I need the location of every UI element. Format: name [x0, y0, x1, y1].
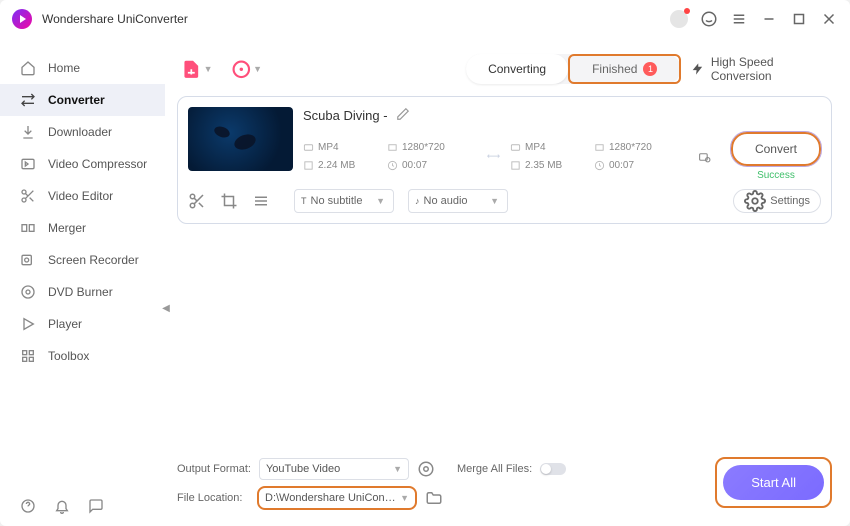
sidebar-item-label: Video Editor [48, 189, 113, 203]
add-file-button[interactable]: ▼ [177, 55, 217, 84]
open-folder-icon[interactable] [425, 489, 443, 507]
menu-icon[interactable] [730, 10, 748, 28]
bell-icon[interactable] [54, 498, 70, 514]
source-meta: MP4 1280*720 2.24 MB 00:07 [303, 140, 477, 174]
maximize-icon[interactable] [790, 10, 808, 28]
sidebar-item-editor[interactable]: Video Editor [0, 180, 165, 212]
player-icon [20, 316, 36, 332]
merge-label: Merge All Files: [457, 463, 532, 475]
account-icon[interactable] [670, 10, 688, 28]
recorder-icon [20, 252, 36, 268]
add-disc-button[interactable]: ▼ [227, 55, 267, 84]
sidebar-item-converter[interactable]: Converter [0, 84, 165, 116]
toolbox-icon [20, 348, 36, 364]
app-logo [12, 9, 32, 29]
footer: Output Format: YouTube Video▼ Merge All … [177, 450, 832, 510]
sidebar-item-dvd[interactable]: DVD Burner [0, 276, 165, 308]
merge-toggle[interactable] [540, 463, 566, 475]
compressor-icon [20, 156, 36, 172]
arrow-icon [487, 148, 500, 166]
sidebar-item-label: Converter [48, 93, 105, 107]
home-icon [20, 60, 36, 76]
sidebar-item-toolbox[interactable]: Toolbox [0, 340, 165, 372]
crop-icon[interactable] [220, 192, 238, 210]
file-location-label: File Location: [177, 492, 249, 504]
edit-icon[interactable] [396, 107, 410, 124]
dvd-icon [20, 284, 36, 300]
sidebar-item-label: Merger [48, 221, 86, 235]
video-thumbnail[interactable] [188, 107, 293, 171]
resolution-icon [387, 142, 398, 153]
output-format-select[interactable]: YouTube Video▼ [259, 458, 409, 480]
sidebar-item-downloader[interactable]: Downloader [0, 116, 165, 148]
hsc-label: High Speed Conversion [711, 55, 832, 83]
sidebar-item-compressor[interactable]: Video Compressor [0, 148, 165, 180]
start-all-highlight: Start All [715, 457, 832, 508]
tab-finished[interactable]: Finished 1 [568, 54, 681, 84]
sidebar-item-label: Screen Recorder [48, 253, 139, 267]
lightning-icon [691, 62, 704, 76]
feedback-icon[interactable] [88, 498, 104, 514]
output-settings-icon[interactable] [698, 146, 711, 168]
tab-label: Finished [592, 62, 637, 76]
audio-select[interactable]: ♪No audio▼ [408, 189, 508, 213]
target-meta: MP4 1280*720 2.35 MB 00:07 [510, 140, 684, 174]
titlebar: Wondershare UniConverter [0, 0, 850, 38]
sidebar-item-label: Player [48, 317, 82, 331]
sidebar: Home Converter Downloader Video Compress… [0, 38, 165, 526]
task-card: Scuba Diving - MP4 1280*720 2.24 MB 00:0… [177, 96, 832, 224]
sidebar-item-label: Video Compressor [48, 157, 147, 171]
convert-button[interactable]: Convert [731, 132, 821, 166]
format-settings-icon[interactable] [417, 460, 435, 478]
tab-label: Converting [488, 62, 546, 76]
minimize-icon[interactable] [760, 10, 778, 28]
subtitle-select[interactable]: TNo subtitle▼ [294, 189, 394, 213]
resolution-icon [594, 142, 605, 153]
sidebar-item-label: Downloader [48, 125, 112, 139]
status-label: Success [757, 170, 795, 181]
tab-converting[interactable]: Converting [466, 54, 568, 84]
video-icon [510, 142, 521, 153]
high-speed-conversion-toggle[interactable]: High Speed Conversion [691, 55, 832, 83]
close-icon[interactable] [820, 10, 838, 28]
converter-icon [20, 92, 36, 108]
merger-icon [20, 220, 36, 236]
sidebar-item-merger[interactable]: Merger [0, 212, 165, 244]
output-format-label: Output Format: [177, 463, 251, 475]
size-icon [303, 160, 314, 171]
sidebar-item-label: Home [48, 61, 80, 75]
help-icon[interactable] [20, 498, 36, 514]
sidebar-item-home[interactable]: Home [0, 52, 165, 84]
sidebar-item-recorder[interactable]: Screen Recorder [0, 244, 165, 276]
sidebar-item-player[interactable]: Player [0, 308, 165, 340]
sidebar-item-label: DVD Burner [48, 285, 113, 299]
clock-icon [594, 160, 605, 171]
toolbar: ▼ ▼ Converting Finished 1 High Speed Conv… [177, 48, 832, 90]
scissors-icon [20, 188, 36, 204]
start-all-button[interactable]: Start All [723, 465, 824, 500]
settings-button[interactable]: Settings [733, 189, 821, 213]
sidebar-item-label: Toolbox [48, 349, 89, 363]
trim-icon[interactable] [188, 192, 206, 210]
size-icon [510, 160, 521, 171]
app-title: Wondershare UniConverter [42, 12, 188, 26]
effects-icon[interactable] [252, 192, 270, 210]
task-title: Scuba Diving - [303, 108, 388, 123]
video-icon [303, 142, 314, 153]
tab-bar: Converting Finished 1 [466, 54, 681, 84]
collapse-sidebar-icon[interactable]: ◀ [159, 296, 173, 320]
file-location-select[interactable]: D:\Wondershare UniConverter▼ [257, 486, 417, 510]
support-icon[interactable] [700, 10, 718, 28]
download-icon [20, 124, 36, 140]
finished-count-badge: 1 [643, 62, 657, 76]
clock-icon [387, 160, 398, 171]
